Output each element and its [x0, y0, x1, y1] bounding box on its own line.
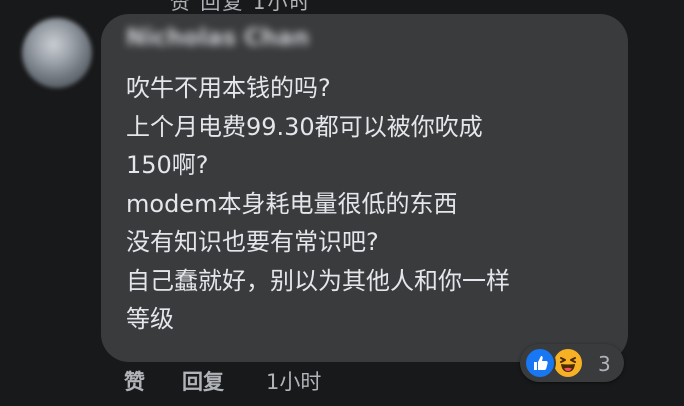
comment-line: 等级 — [126, 305, 174, 333]
comment-author[interactable]: Nicholas Chan — [126, 25, 316, 55]
comment-line: 150啊? — [126, 151, 209, 179]
like-icon — [524, 347, 556, 379]
haha-icon — [552, 347, 584, 379]
comment-line: 上个月电费99.30都可以被你吹成 — [126, 112, 483, 141]
comment-line: 吹牛不用本钱的吗? — [126, 74, 331, 102]
comment-line: modem本身耗电量很低的东西 — [126, 189, 458, 218]
comment-text: 吹牛不用本钱的吗? 上个月电费99.30都可以被你吹成 150啊? modem本… — [126, 69, 616, 339]
like-button[interactable]: 赞 — [124, 366, 145, 396]
avatar[interactable] — [22, 18, 92, 88]
comment-timestamp[interactable]: 1小时 — [266, 366, 321, 396]
comment-thread: 赞 回复 1小时 Nicholas Chan 吹牛不用本钱的吗? 上个月电费99… — [0, 0, 684, 406]
previous-comment-actions: 赞 回复 1小时 — [170, 0, 312, 14]
reply-button[interactable]: 回复 — [182, 366, 224, 396]
comment-line: 没有知识也要有常识吧? — [126, 228, 379, 256]
reactions-summary[interactable]: 3 — [520, 344, 624, 382]
reaction-count: 3 — [598, 352, 611, 376]
comment-line: 自己蠢就好，别以为其他人和你一样 — [126, 266, 510, 295]
